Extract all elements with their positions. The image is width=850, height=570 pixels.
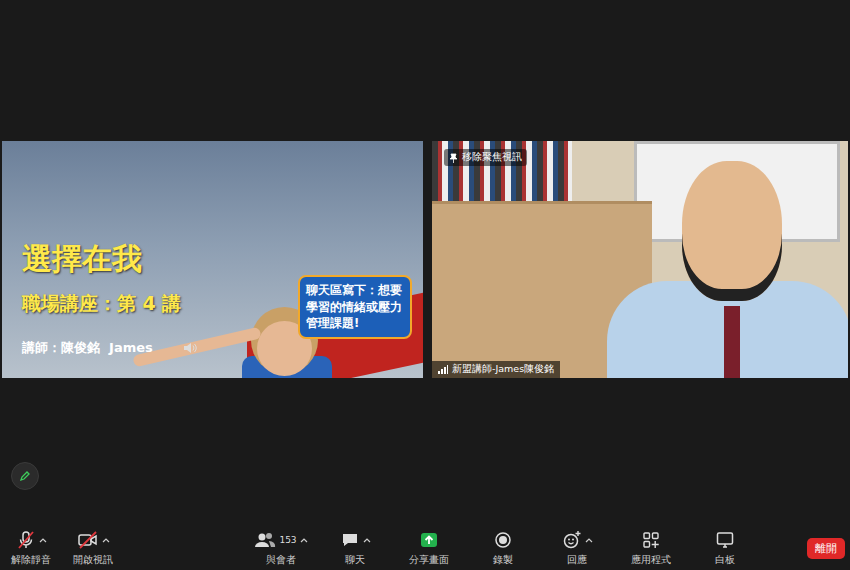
annotate-button[interactable] [11, 462, 39, 490]
toolbar-label: 回應 [567, 553, 587, 567]
video-frame [432, 141, 848, 378]
icon-row [16, 529, 47, 551]
icon-row [715, 529, 735, 551]
share-screen-icon [419, 530, 439, 550]
slide-text: 選擇在我職場講座：第 4 講講師：陳俊銘 James [22, 241, 197, 357]
toolbar-button[interactable]: 分享畫面 [402, 529, 456, 567]
toolbar-label: 開啟視訊 [73, 553, 113, 567]
meeting-toolbar: 解除靜音 開啟視訊 153 與會者 聊天 分享畫面 錄製 回應 應用程式 白板 離開 [0, 526, 850, 570]
toolbar-button[interactable]: 解除靜音 [4, 529, 58, 567]
pencil-icon [19, 470, 31, 482]
pin-icon [449, 153, 458, 163]
shared-slide: 選擇在我職場講座：第 4 講講師：陳俊銘 James 聊天區寫下：想要學習的情緒或… [2, 141, 423, 378]
toolbar-label: 解除靜音 [11, 553, 51, 567]
participant-count: 153 [279, 535, 296, 545]
toolbar-button[interactable]: 回應 [550, 529, 604, 567]
speaker-icon[interactable] [183, 342, 197, 354]
toolbar-button[interactable]: 開啟視訊 [66, 529, 120, 567]
icon-row [562, 529, 593, 551]
icon-row [340, 529, 371, 551]
center-group: 153 與會者 聊天 分享畫面 錄製 回應 應用程式 白板 [254, 529, 752, 567]
toolbar-button[interactable]: 白板 [698, 529, 752, 567]
slide-speaker: 講師：陳俊銘 James [22, 339, 153, 357]
caret-icon[interactable] [363, 537, 371, 543]
person-face [682, 161, 782, 301]
toolbar-label: 應用程式 [631, 553, 671, 567]
icon-row [641, 529, 661, 551]
slide-subtitle: 職場講座：第 4 講 [22, 291, 197, 317]
camera-icon [77, 530, 99, 550]
toolbar-button[interactable]: 聊天 [328, 529, 382, 567]
chat-icon [340, 530, 360, 550]
whiteboard-icon [715, 530, 735, 550]
toolbar-button[interactable]: 錄製 [476, 529, 530, 567]
icon-row: 153 [254, 529, 307, 551]
toolbar-label: 與會者 [266, 553, 296, 567]
participant-name: 新盟講師-James陳俊銘 [432, 361, 560, 378]
pin-label[interactable]: 移除聚焦視訊 [444, 149, 527, 166]
slide-callout: 聊天區寫下：想要學習的情緒或壓力管理課題! [298, 275, 412, 339]
signal-icon [438, 365, 448, 374]
leave-button[interactable]: 離開 [807, 538, 845, 559]
apps-icon [641, 530, 661, 550]
reactions-icon [562, 530, 582, 550]
icon-row [493, 529, 513, 551]
caret-icon[interactable] [39, 537, 47, 543]
meeting-window: 選擇在我職場講座：第 4 講講師：陳俊銘 James 聊天區寫下：想要學習的情緒或… [0, 0, 850, 570]
caret-icon[interactable] [585, 537, 593, 543]
person-tie [724, 306, 740, 378]
video-grid: 選擇在我職場講座：第 4 講講師：陳俊銘 James 聊天區寫下：想要學習的情緒或… [0, 141, 850, 378]
record-icon [493, 530, 513, 550]
toolbar-label: 分享畫面 [409, 553, 449, 567]
toolbar-label: 聊天 [345, 553, 365, 567]
icon-row [77, 529, 110, 551]
caret-icon[interactable] [300, 537, 308, 543]
toolbar-button[interactable]: 153 與會者 [254, 529, 308, 567]
icon-row [419, 529, 439, 551]
toolbar-label: 錄製 [493, 553, 513, 567]
toolbar-button[interactable]: 應用程式 [624, 529, 678, 567]
toolbar-label: 白板 [715, 553, 735, 567]
left-group: 解除靜音 開啟視訊 [4, 529, 254, 567]
speaker-row: 講師：陳俊銘 James [22, 339, 197, 357]
participants-icon [254, 530, 276, 550]
slide-title: 選擇在我 [22, 241, 197, 277]
caret-icon[interactable] [102, 537, 110, 543]
video-tile: 移除聚焦視訊新盟講師-James陳俊銘 [432, 141, 848, 378]
microphone-icon [16, 530, 36, 550]
